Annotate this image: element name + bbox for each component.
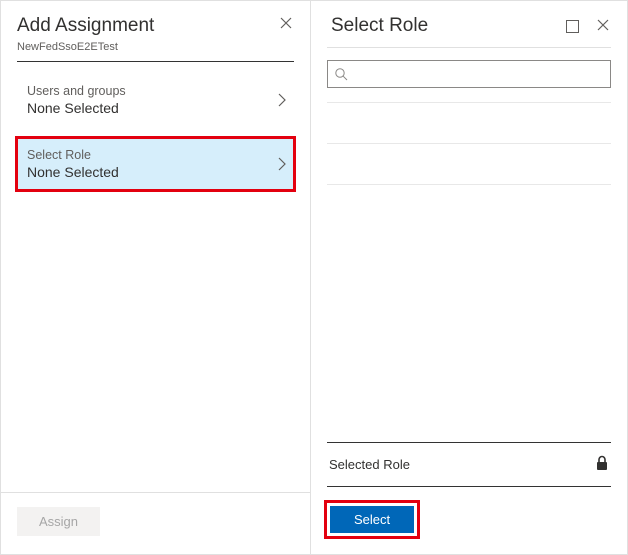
add-assignment-panel: Add Assignment NewFedSsoE2ETest Users an… xyxy=(1,1,311,554)
left-header: Add Assignment xyxy=(1,1,310,45)
select-role-title: Select Role xyxy=(331,15,428,37)
search-field[interactable] xyxy=(327,60,611,88)
lock-icon xyxy=(595,455,609,474)
users-groups-label: Users and groups xyxy=(27,84,126,98)
select-button[interactable]: Select xyxy=(330,506,414,533)
divider xyxy=(327,102,611,103)
close-icon[interactable] xyxy=(278,15,294,34)
close-icon[interactable] xyxy=(595,17,611,36)
search-icon xyxy=(334,67,348,81)
role-list xyxy=(327,96,611,442)
users-and-groups-row[interactable]: Users and groups None Selected xyxy=(17,74,294,126)
left-footer: Assign xyxy=(1,492,310,554)
maximize-icon[interactable] xyxy=(566,20,579,33)
select-role-value: None Selected xyxy=(27,164,119,180)
selected-role-section: Selected Role xyxy=(327,442,611,487)
app-name-subtitle: NewFedSsoE2ETest xyxy=(1,41,310,61)
chevron-right-icon xyxy=(278,93,286,107)
select-role-row[interactable]: Select Role None Selected xyxy=(17,138,294,190)
divider xyxy=(327,143,611,144)
divider xyxy=(327,184,611,185)
add-assignment-title: Add Assignment xyxy=(17,15,154,37)
select-button-highlight: Select xyxy=(327,503,417,536)
users-groups-value: None Selected xyxy=(27,100,126,116)
divider xyxy=(17,61,294,62)
selected-role-label: Selected Role xyxy=(329,457,410,472)
divider xyxy=(327,47,611,48)
right-header: Select Role xyxy=(311,1,627,47)
assign-button[interactable]: Assign xyxy=(17,507,100,536)
select-role-label: Select Role xyxy=(27,148,119,162)
right-footer: Select xyxy=(311,487,627,554)
chevron-right-icon xyxy=(278,157,286,171)
select-role-panel: Select Role Selected Role Se xyxy=(311,1,627,554)
search-input[interactable] xyxy=(354,67,604,82)
